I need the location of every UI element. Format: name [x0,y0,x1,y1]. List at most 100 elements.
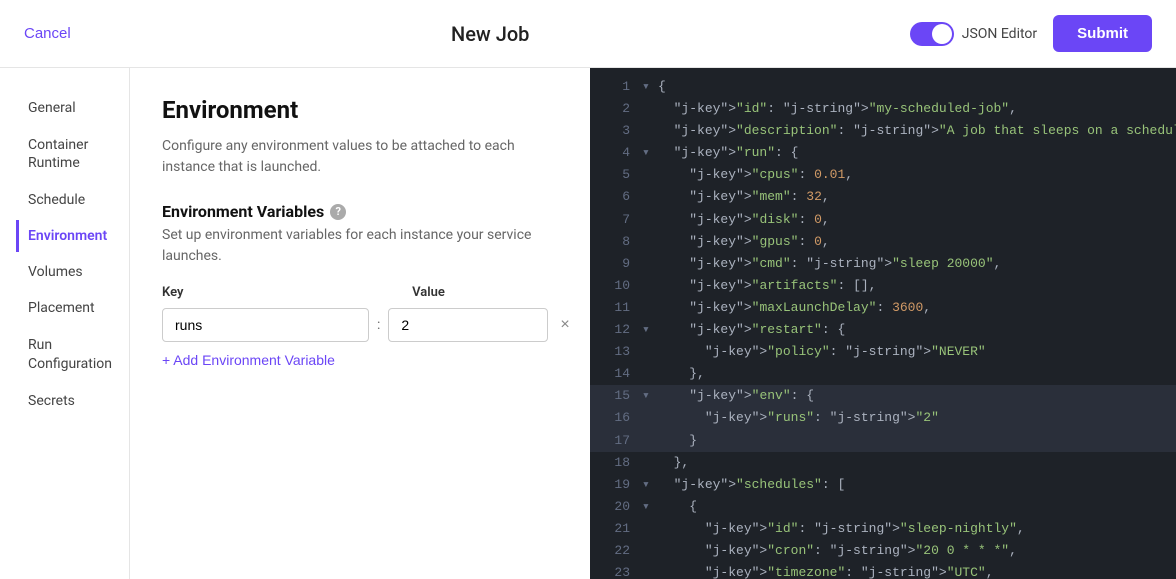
env-delete-button[interactable]: × [556,312,573,338]
line-number: 3 [598,120,630,142]
line-number: 23 [598,562,630,579]
help-icon[interactable]: ? [330,204,346,220]
sidebar-item-placement[interactable]: Placement [16,292,113,324]
line-content: "j-key">"cpus": 0.01, [658,164,1168,186]
line-arrow: ▾ [642,142,654,164]
sidebar-item-environment[interactable]: Environment [16,220,113,252]
env-value-input[interactable] [388,308,548,342]
value-column-label: Value [412,285,558,300]
json-line: 18 }, [590,452,1176,474]
content-area: Environment Configure any environment va… [130,68,590,579]
json-line: 7 "j-key">"disk": 0, [590,209,1176,231]
line-arrow [642,562,654,579]
cancel-button[interactable]: Cancel [24,25,71,42]
json-editor-toggle-container: JSON Editor [910,22,1037,46]
header-right: JSON Editor Submit [910,15,1152,52]
line-content: "j-key">"id": "j-string">"my-scheduled-j… [658,98,1168,120]
json-line: 8 "j-key">"gpus": 0, [590,231,1176,253]
env-variable-row: : × [162,308,558,342]
line-number: 4 [598,142,630,164]
json-line: 19▾ "j-key">"schedules": [ [590,474,1176,496]
json-line: 17 } [590,430,1176,452]
env-key-input[interactable] [162,308,369,342]
line-arrow: ▾ [642,76,654,98]
line-number: 10 [598,275,630,297]
line-arrow [642,407,654,429]
line-number: 17 [598,430,630,452]
page-title: New Job [451,22,529,46]
line-number: 8 [598,231,630,253]
json-line: 10 "j-key">"artifacts": [], [590,275,1176,297]
add-env-variable-button[interactable]: + Add Environment Variable [162,352,335,368]
json-line: 2 "j-key">"id": "j-string">"my-scheduled… [590,98,1176,120]
sidebar-item-schedule[interactable]: Schedule [16,184,113,216]
line-content: "j-key">"run": { [658,142,1168,164]
sidebar-item-container-runtime[interactable]: ContainerRuntime [16,128,113,180]
line-number: 16 [598,407,630,429]
colon-separator: : [377,317,380,333]
line-number: 20 [598,496,630,518]
json-line: 16 "j-key">"runs": "j-string">"2" [590,407,1176,429]
line-number: 12 [598,319,630,341]
line-arrow [642,253,654,275]
line-arrow [642,98,654,120]
sidebar-item-secrets[interactable]: Secrets [16,385,113,417]
line-content: }, [658,363,1168,385]
json-line: 13 "j-key">"policy": "j-string">"NEVER" [590,341,1176,363]
line-arrow [642,186,654,208]
line-arrow [642,540,654,562]
line-content: "j-key">"restart": { [658,319,1168,341]
json-line: 22 "j-key">"cron": "j-string">"20 0 * * … [590,540,1176,562]
line-arrow: ▾ [642,385,654,407]
line-number: 15 [598,385,630,407]
line-arrow [642,363,654,385]
line-number: 1 [598,76,630,98]
line-content: "j-key">"env": { [658,385,1168,407]
json-line: 21 "j-key">"id": "j-string">"sleep-night… [590,518,1176,540]
json-line: 14 }, [590,363,1176,385]
json-line: 9 "j-key">"cmd": "j-string">"sleep 20000… [590,253,1176,275]
line-number: 2 [598,98,630,120]
line-content: } [658,430,1168,452]
line-content: "j-key">"timezone": "j-string">"UTC", [658,562,1168,579]
section-title: Environment [162,96,558,124]
line-arrow [642,275,654,297]
line-content: "j-key">"cmd": "j-string">"sleep 20000", [658,253,1168,275]
line-arrow [642,452,654,474]
line-arrow [642,120,654,142]
submit-button[interactable]: Submit [1053,15,1152,52]
line-number: 6 [598,186,630,208]
line-content: "j-key">"cron": "j-string">"20 0 * * *", [658,540,1168,562]
line-content: { [658,76,1168,98]
fields-header: Key Value [162,285,558,300]
json-editor-toggle[interactable] [910,22,954,46]
section-description: Configure any environment values to be a… [162,136,558,178]
json-line: 11 "j-key">"maxLaunchDelay": 3600, [590,297,1176,319]
json-line: 4 ▾ "j-key">"run": { [590,142,1176,164]
env-vars-description: Set up environment variables for each in… [162,225,558,267]
line-arrow [642,164,654,186]
line-number: 21 [598,518,630,540]
line-number: 11 [598,297,630,319]
main-layout: General ContainerRuntime Schedule Enviro… [0,68,1176,579]
sidebar-item-general[interactable]: General [16,92,113,124]
line-arrow [642,341,654,363]
sidebar-item-run-configuration[interactable]: RunConfiguration [16,328,113,380]
line-arrow [642,297,654,319]
line-content: "j-key">"artifacts": [], [658,275,1168,297]
key-column-label: Key [162,285,381,300]
line-content: "j-key">"schedules": [ [658,474,1168,496]
line-content: }, [658,452,1168,474]
line-number: 14 [598,363,630,385]
json-line: 20▾ { [590,496,1176,518]
line-number: 22 [598,540,630,562]
json-line: 5 "j-key">"cpus": 0.01, [590,164,1176,186]
line-number: 7 [598,209,630,231]
line-content: "j-key">"gpus": 0, [658,231,1168,253]
json-editor-panel: 1▾{2 "j-key">"id": "j-string">"my-schedu… [590,68,1176,579]
line-arrow [642,430,654,452]
json-line: 1 ▾{ [590,76,1176,98]
sidebar-item-volumes[interactable]: Volumes [16,256,113,288]
json-line: 6 "j-key">"mem": 32, [590,186,1176,208]
line-content: "j-key">"policy": "j-string">"NEVER" [658,341,1168,363]
